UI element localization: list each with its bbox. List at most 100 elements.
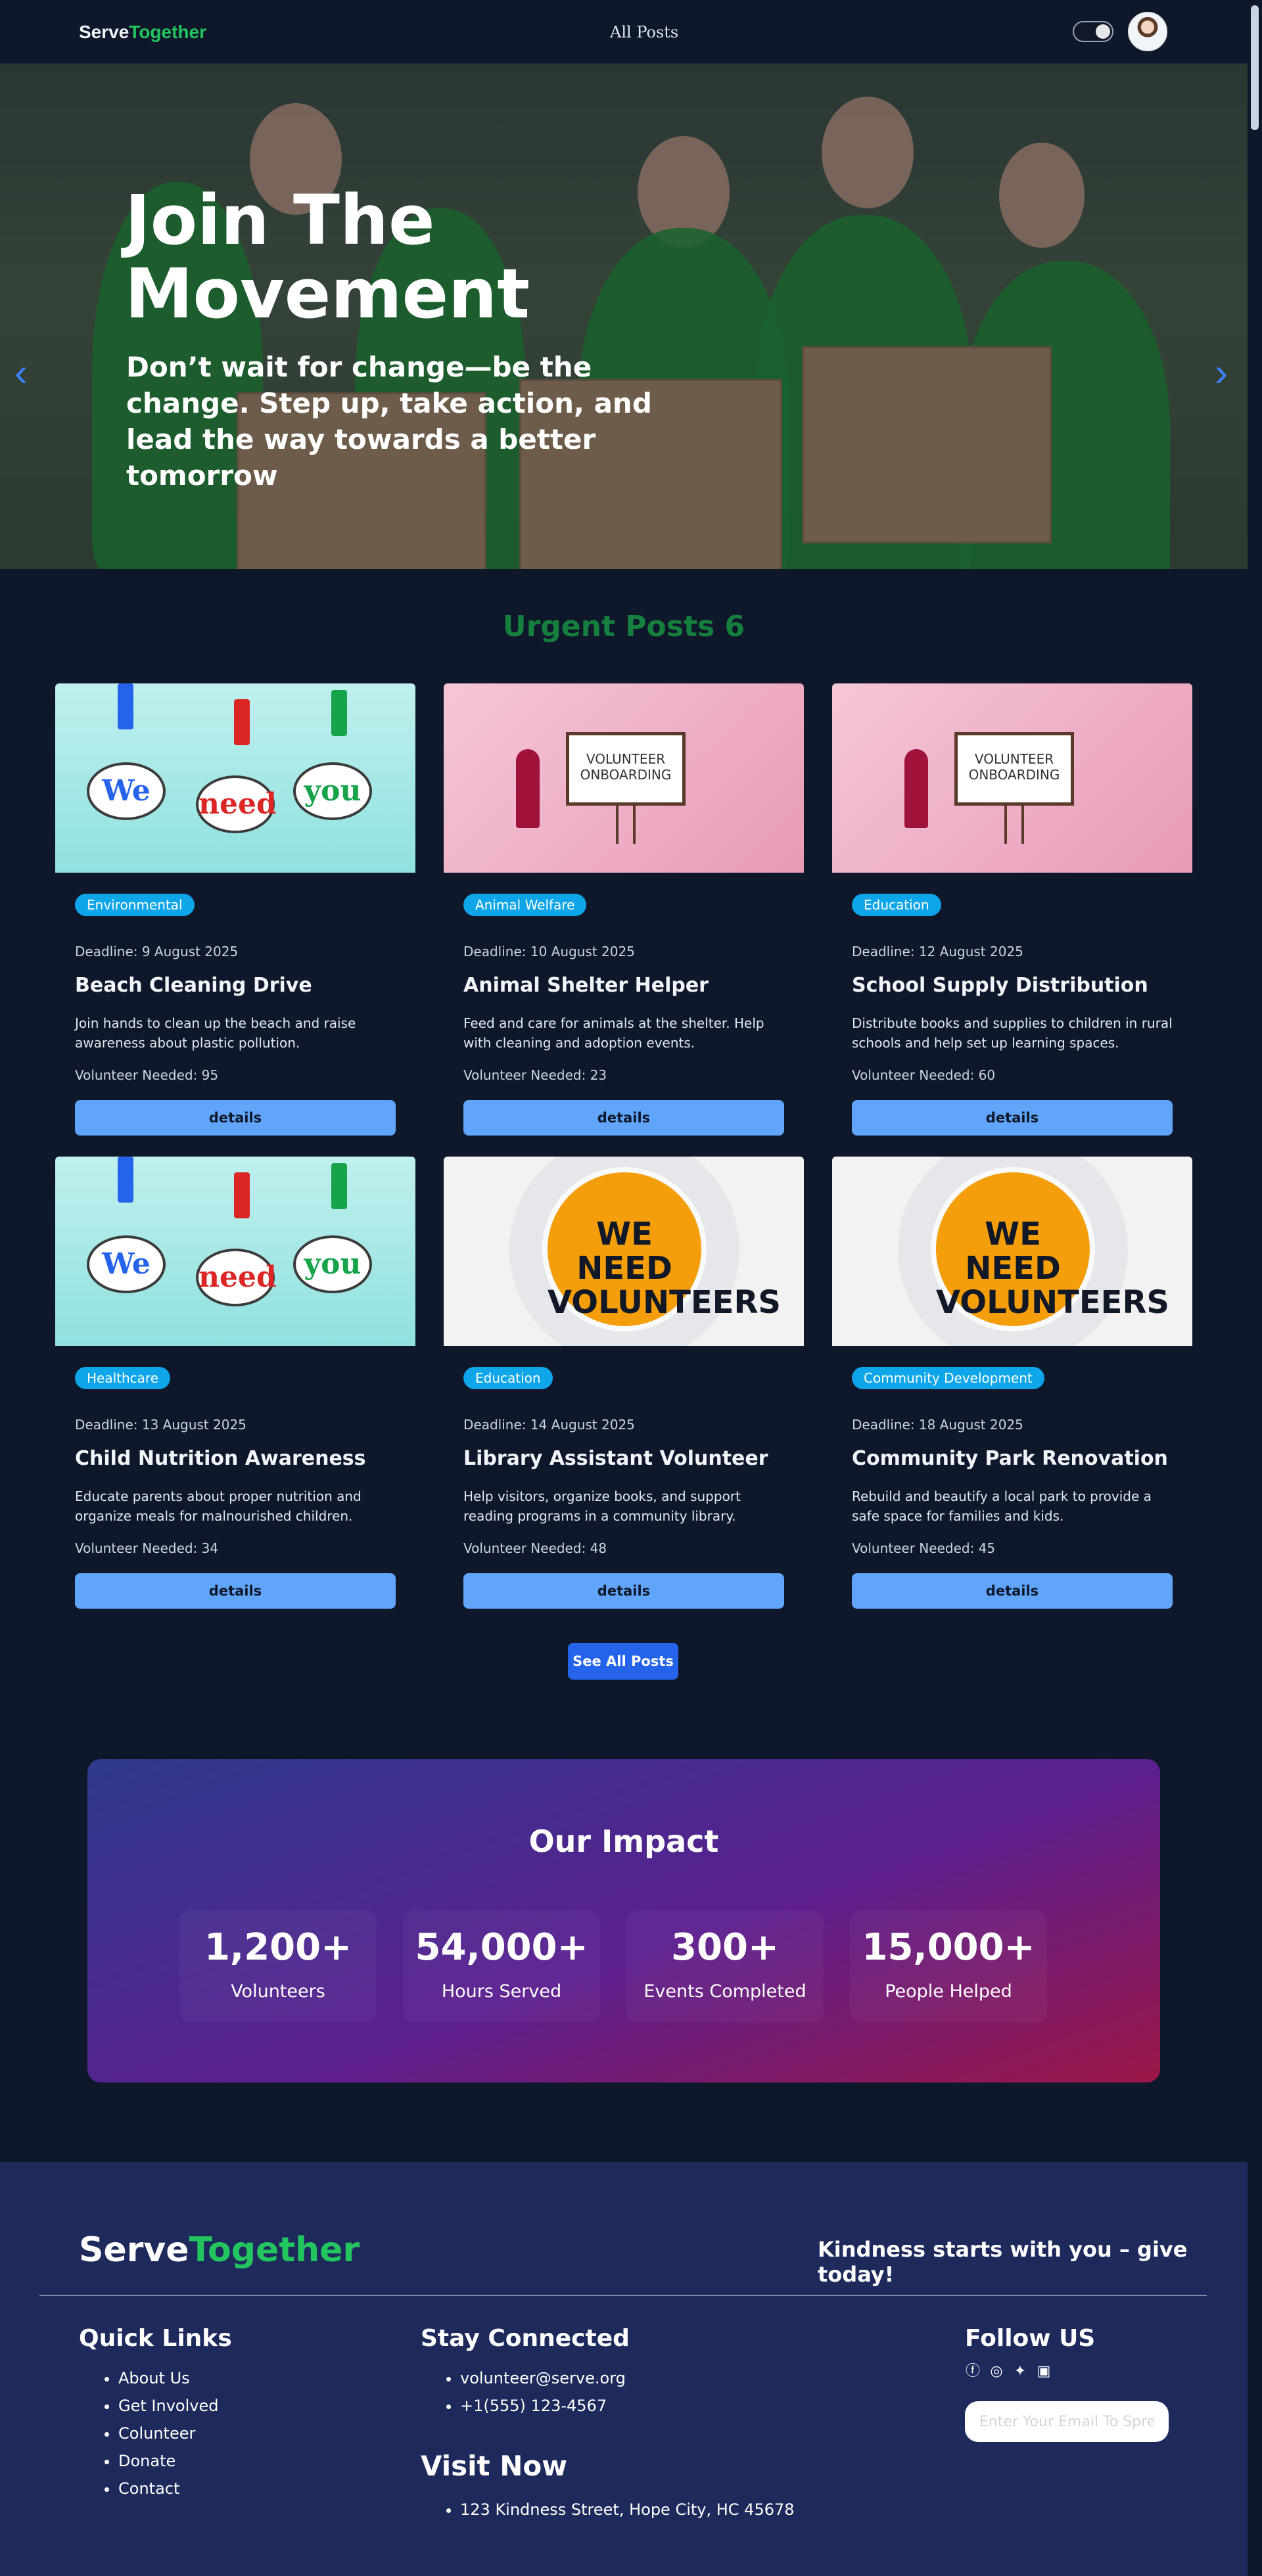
post-description: Feed and care for animals at the shelter… xyxy=(463,1015,764,1051)
twitter-icon[interactable]: ✦ xyxy=(1012,2363,1028,2379)
volunteers-needed: Volunteer Needed: 34 xyxy=(75,1540,219,1556)
pin-icon xyxy=(331,1163,347,1209)
post-title: Animal Shelter Helper xyxy=(463,974,709,997)
theme-toggle[interactable] xyxy=(1073,21,1113,42)
volunteers-needed: Volunteer Needed: 95 xyxy=(75,1067,219,1083)
user-avatar[interactable] xyxy=(1128,12,1167,51)
nav-all-posts[interactable]: All Posts xyxy=(610,23,678,41)
teacher-figure xyxy=(904,749,928,828)
scrollbar-thumb[interactable] xyxy=(1251,5,1259,130)
quick-links-list: About Us Get Involved Colunteer Donate C… xyxy=(79,2364,218,2502)
post-image-we-need-you: We need you xyxy=(55,1157,415,1346)
footer-link-get-involved[interactable]: Get Involved xyxy=(118,2397,218,2415)
stat-value: 1,200+ xyxy=(204,1926,352,1969)
post-deadline: Deadline: 14 August 2025 xyxy=(463,1417,635,1433)
post-deadline: Deadline: 12 August 2025 xyxy=(852,944,1023,959)
post-deadline: Deadline: 13 August 2025 xyxy=(75,1417,246,1433)
contact-email: volunteer@serve.org xyxy=(460,2369,626,2387)
quick-links-title: Quick Links xyxy=(79,2325,232,2352)
volunteers-needed: Volunteer Needed: 60 xyxy=(852,1067,996,1083)
post-title: Beach Cleaning Drive xyxy=(75,974,312,997)
visit-title: Visit Now xyxy=(421,2450,568,2482)
moon-icon xyxy=(1096,24,1110,39)
social-icons: ⓕ ◎ ✦ ▣ xyxy=(965,2363,1052,2379)
footer-link-contact[interactable]: Contact xyxy=(118,2479,179,2498)
we-bubble: We xyxy=(87,762,166,820)
board-stand xyxy=(1004,804,1024,844)
impact-section: Our Impact 1,200+ Volunteers 54,000+ Hou… xyxy=(87,1759,1160,2082)
you-bubble: you xyxy=(293,1235,372,1293)
category-badge: Healthcare xyxy=(75,1367,171,1389)
footer-divider xyxy=(39,2295,1207,2296)
you-bubble: you xyxy=(293,762,372,820)
category-badge: Environmental xyxy=(75,894,195,916)
details-button[interactable]: details xyxy=(75,1100,396,1136)
chevron-left-icon[interactable]: ‹ xyxy=(8,353,34,392)
pin-icon xyxy=(118,1157,133,1203)
pin-icon xyxy=(331,690,347,736)
footer-link-about[interactable]: About Us xyxy=(118,2369,190,2387)
brand-logo[interactable]: ServeTogether xyxy=(79,22,206,43)
footer-brand-part1: Serve xyxy=(79,2230,189,2270)
teacher-figure xyxy=(516,749,540,828)
onboarding-board: VOLUNTEER ONBOARDING xyxy=(566,732,686,806)
hero-title: Join The Movement xyxy=(125,180,530,334)
stat-value: 54,000+ xyxy=(415,1926,588,1969)
instagram-icon[interactable]: ◎ xyxy=(989,2363,1004,2379)
post-title: Community Park Renovation xyxy=(852,1447,1168,1470)
post-title: Child Nutrition Awareness xyxy=(75,1447,366,1470)
stat-value: 300+ xyxy=(671,1926,779,1969)
post-description: Help visitors, organize books, and suppo… xyxy=(463,1488,741,1524)
details-button[interactable]: details xyxy=(852,1100,1173,1136)
volunteers-needed: Volunteer Needed: 48 xyxy=(463,1540,607,1556)
need-bubble: need xyxy=(196,1249,277,1306)
footer-brand-part2: Together xyxy=(189,2230,360,2270)
post-title: Library Assistant Volunteer xyxy=(463,1447,768,1470)
pin-icon xyxy=(234,699,250,745)
post-card: We need you Environmental Deadline: 9 Au… xyxy=(55,683,415,1136)
page-scrollbar[interactable] xyxy=(1248,0,1262,2576)
volunteers-needed: Volunteer Needed: 45 xyxy=(852,1540,996,1556)
hero-subtitle: Don’t wait for change—be the change. Ste… xyxy=(126,351,652,492)
see-all-posts-button[interactable]: See All Posts xyxy=(568,1643,678,1680)
pin-icon xyxy=(234,1172,250,1218)
urgent-posts-title: Urgent Posts 6 xyxy=(502,610,745,643)
footer-link-donate[interactable]: Donate xyxy=(118,2452,175,2470)
footer-link-volunteer[interactable]: Colunteer xyxy=(118,2424,195,2443)
details-button[interactable]: details xyxy=(463,1100,784,1136)
hero-banner: Join The Movement Don’t wait for change—… xyxy=(0,64,1248,569)
follow-title: Follow US xyxy=(965,2325,1096,2352)
volunteers-needed: Volunteer Needed: 23 xyxy=(463,1067,607,1083)
stat-label: Volunteers xyxy=(231,1981,325,2002)
stat-value: 15,000+ xyxy=(862,1926,1035,1969)
footer: ServeTogether Kindness starts with you –… xyxy=(0,2162,1248,2576)
facebook-icon[interactable]: ⓕ xyxy=(965,2363,981,2379)
post-description: Rebuild and beautify a local park to pro… xyxy=(852,1488,1152,1524)
need-bubble: need xyxy=(196,775,277,833)
email-subscribe-input[interactable] xyxy=(965,2401,1169,2442)
stat-card: 300+ Events Completed xyxy=(626,1910,824,2022)
address-list: 123 Kindness Street, Hope City, HC 45678 xyxy=(421,2496,795,2523)
stay-connected-title: Stay Connected xyxy=(421,2325,630,2352)
post-description: Join hands to clean up the beach and rai… xyxy=(75,1015,356,1051)
onboarding-board: VOLUNTEER ONBOARDING xyxy=(954,732,1074,806)
post-card: We need you Healthcare Deadline: 13 Augu… xyxy=(55,1157,415,1609)
post-image-we-need-volunteers: WE NEED VOLUNTEERS xyxy=(832,1157,1192,1346)
footer-brand: ServeTogether xyxy=(79,2230,360,2270)
post-card: VOLUNTEER ONBOARDING Animal Welfare Deadl… xyxy=(444,683,804,1136)
post-deadline: Deadline: 18 August 2025 xyxy=(852,1417,1023,1433)
we-need-volunteers-circle: WE NEED VOLUNTEERS xyxy=(931,1167,1169,1331)
we-bubble: We xyxy=(87,1235,166,1293)
chevron-right-icon[interactable]: › xyxy=(1208,353,1234,392)
brand-part1: Serve xyxy=(79,22,129,42)
category-badge: Education xyxy=(463,1367,553,1389)
details-button[interactable]: details xyxy=(75,1573,396,1609)
stat-card: 1,200+ Volunteers xyxy=(179,1910,377,2022)
stat-label: People Helped xyxy=(885,1981,1012,2002)
address-text: 123 Kindness Street, Hope City, HC 45678 xyxy=(460,2500,795,2519)
details-button[interactable]: details xyxy=(463,1573,784,1609)
pin-icon xyxy=(118,683,133,729)
details-button[interactable]: details xyxy=(852,1573,1173,1609)
linkedin-icon[interactable]: ▣ xyxy=(1036,2363,1052,2379)
footer-tagline: Kindness starts with you – give today! xyxy=(818,2237,1188,2287)
